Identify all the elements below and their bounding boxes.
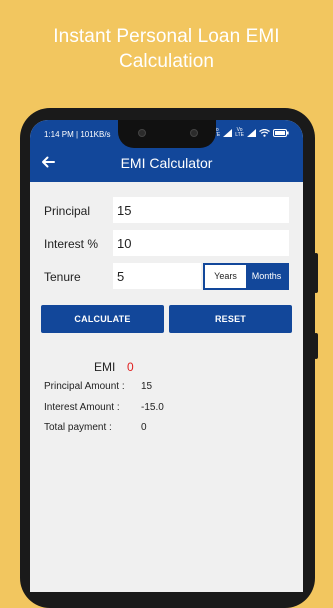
promo-line-1: Instant Personal Loan EMI xyxy=(53,26,280,47)
years-toggle-button[interactable]: Years xyxy=(205,265,246,288)
tenure-input[interactable] xyxy=(113,263,201,289)
camera-notch xyxy=(118,120,216,148)
total-payment-value: 0 xyxy=(141,422,147,433)
phone-volume-button xyxy=(314,253,318,293)
calculate-button[interactable]: CALCULATE xyxy=(41,305,164,333)
phone-power-button xyxy=(314,333,318,359)
emi-label: EMI xyxy=(94,360,116,374)
emi-value: 0 xyxy=(127,360,134,374)
battery-icon xyxy=(273,129,289,137)
tenure-unit-toggle: Years Months xyxy=(203,263,289,290)
wifi-icon xyxy=(259,129,270,137)
front-camera-icon-2 xyxy=(190,129,198,137)
reset-button[interactable]: RESET xyxy=(169,305,292,333)
principal-label: Principal xyxy=(44,204,91,218)
phone-screen: 1:14 PM | 101KB/s VoLTE VoLTE xyxy=(30,120,303,592)
page-title: EMI Calculator xyxy=(120,155,213,171)
volte-icon-2: Vo LTE xyxy=(235,127,244,138)
principal-amount-label: Principal Amount : xyxy=(44,381,125,392)
interest-input[interactable] xyxy=(113,230,289,256)
signal-icon-2 xyxy=(247,129,256,137)
total-payment-label: Total payment : xyxy=(44,422,112,433)
promo-headline: Instant Personal Loan EMI Calculation xyxy=(0,24,333,74)
app-bar: EMI Calculator xyxy=(30,146,303,182)
promo-line-2: Calculation xyxy=(118,51,215,72)
months-toggle-button[interactable]: Months xyxy=(246,265,287,288)
status-icons: VoLTE VoLTE xyxy=(211,128,289,138)
principal-amount-value: 15 xyxy=(141,381,153,392)
status-time: 1:14 PM | 101KB/s xyxy=(44,130,111,139)
principal-input[interactable] xyxy=(113,197,289,223)
tenure-label: Tenure xyxy=(44,270,81,284)
interest-amount-label: Interest Amount : xyxy=(44,402,120,413)
front-camera-icon xyxy=(138,129,146,137)
interest-label: Interest % xyxy=(44,237,99,251)
interest-amount-value: -15.0 xyxy=(141,402,164,413)
signal-icon xyxy=(223,129,233,137)
